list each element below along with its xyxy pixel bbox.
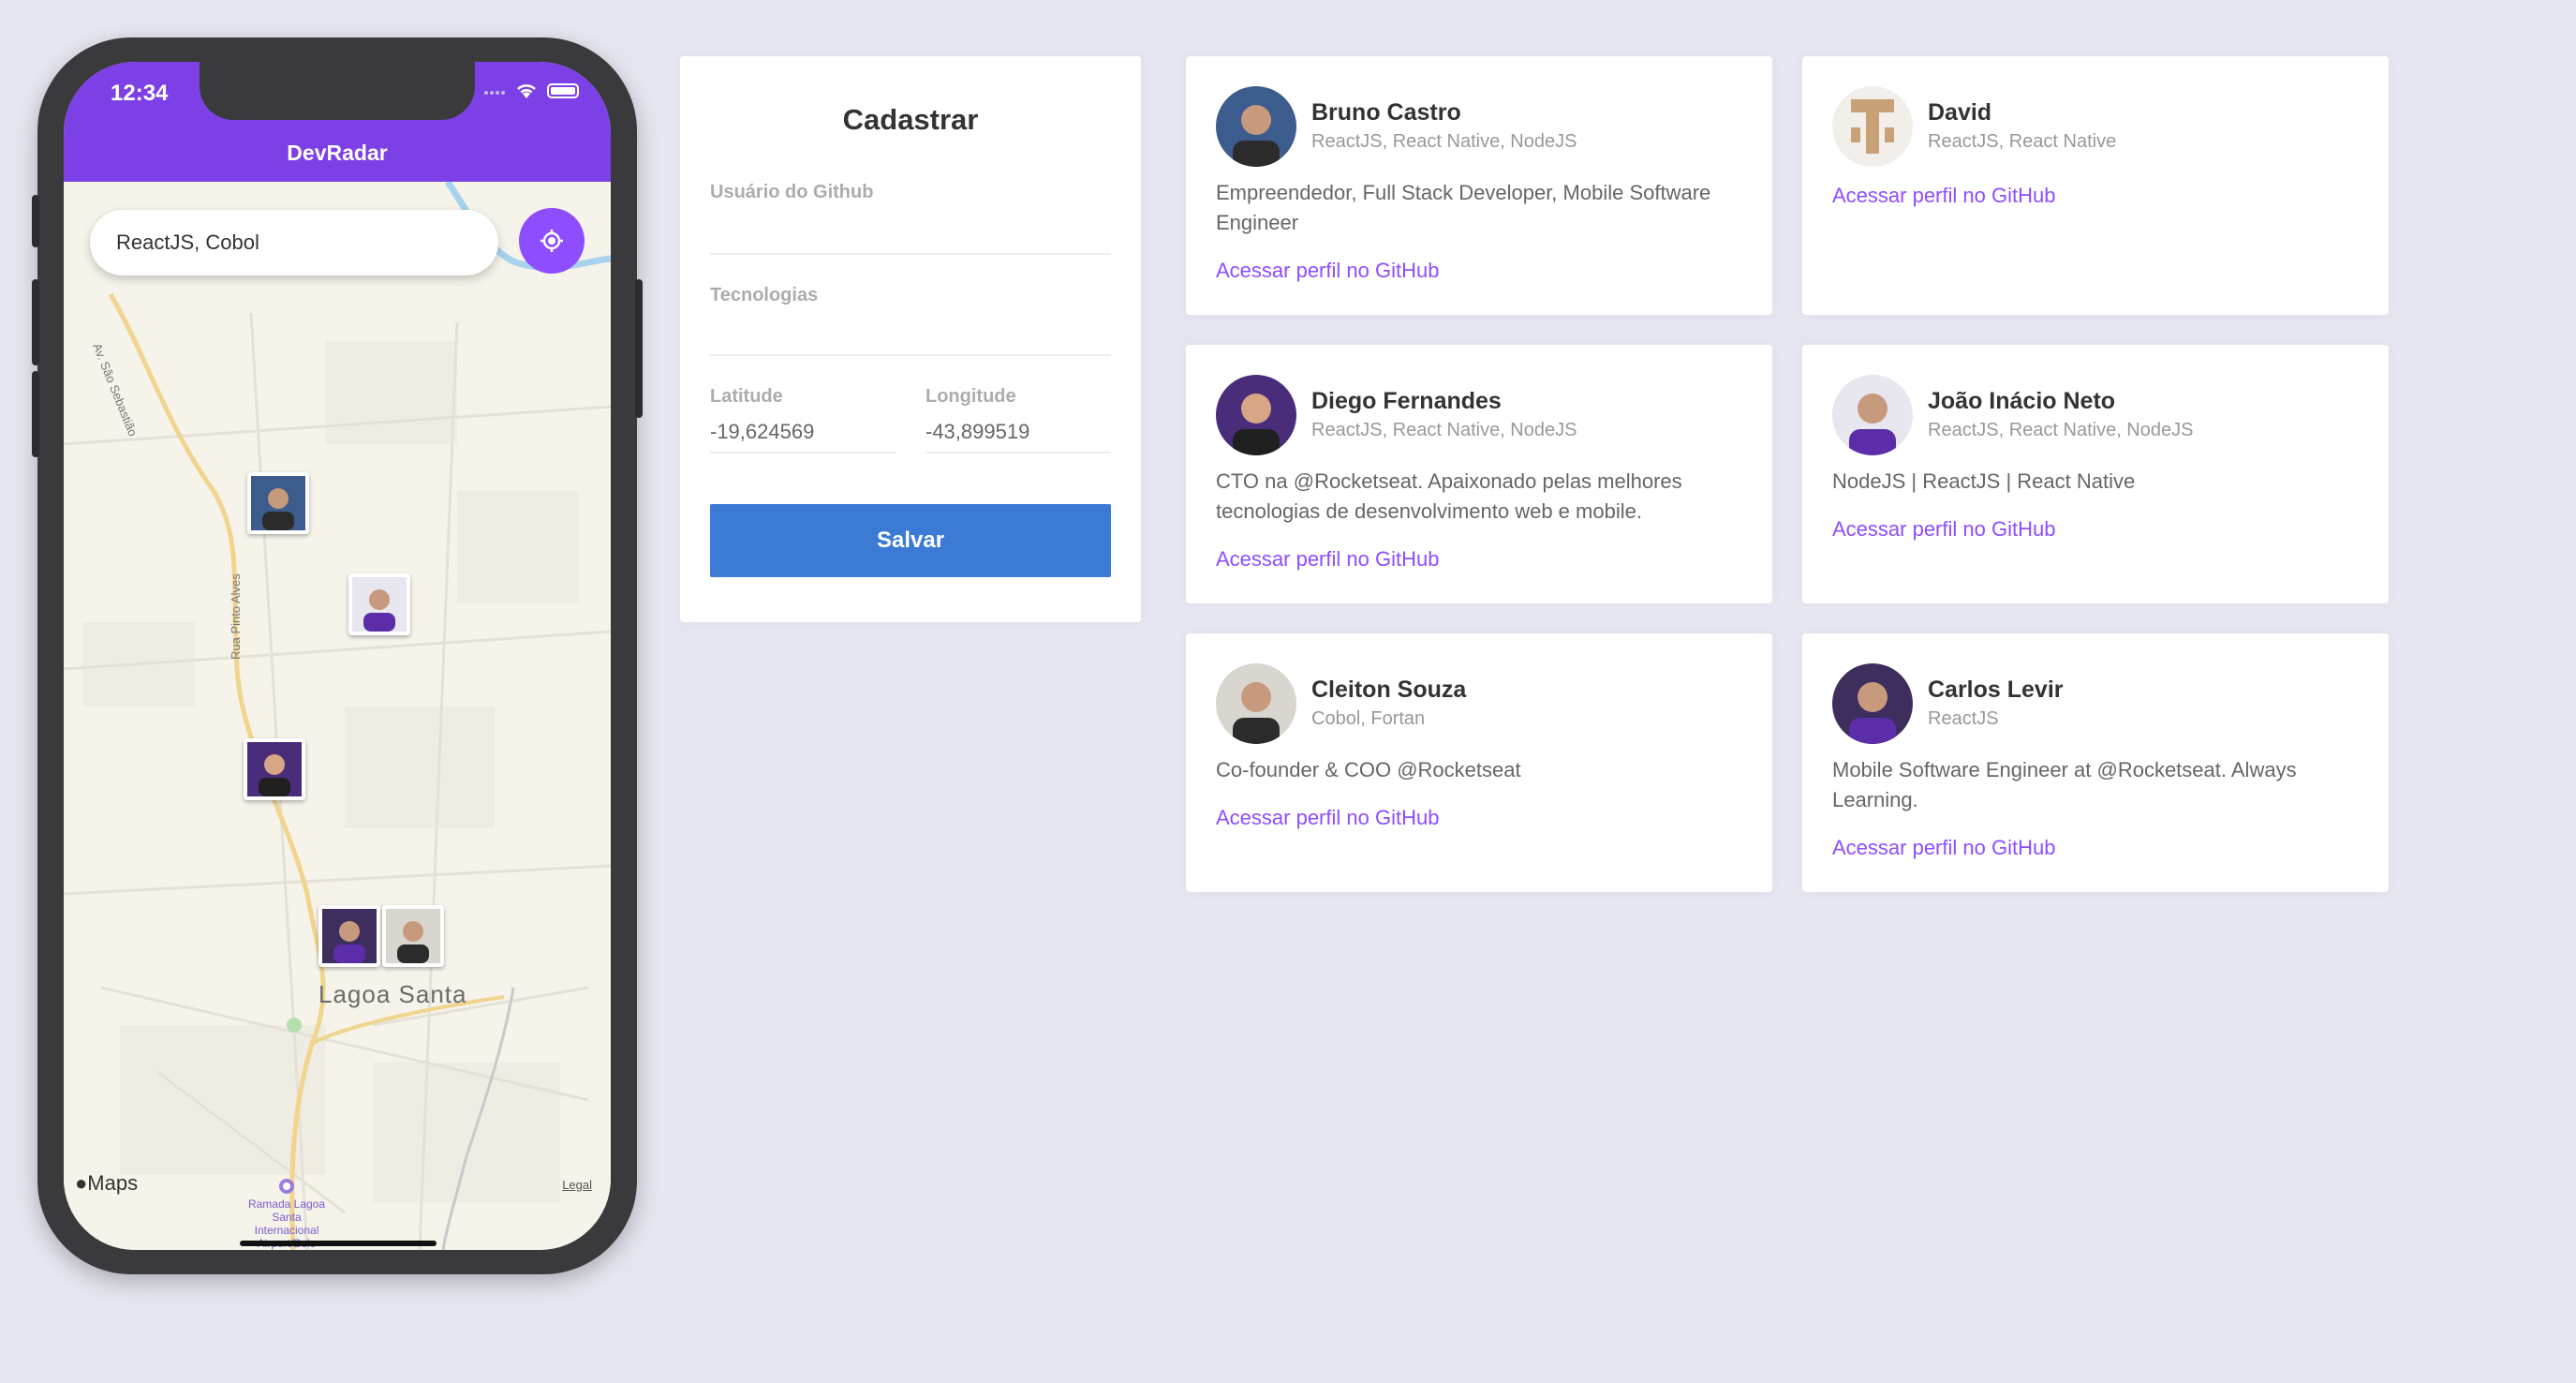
phone-mockup: 12:34 DevRadar Av. São Sebastião Rua Pin… <box>32 37 643 1274</box>
techs-label: Tecnologias <box>710 285 819 305</box>
map-marker-dev[interactable] <box>348 573 410 635</box>
dev-photo <box>322 909 377 963</box>
apple-icon: ● <box>75 1171 88 1195</box>
wifi-icon <box>517 84 536 98</box>
map-city-label: Lagoa Santa <box>318 980 467 1008</box>
map-marker-dev[interactable] <box>382 905 444 967</box>
battery-icon <box>547 83 579 98</box>
github-username-label: Usuário do Github <box>710 182 874 202</box>
avatar <box>1832 375 1913 455</box>
legal-link[interactable]: Legal <box>562 1178 592 1192</box>
map-marker-dev[interactable] <box>247 472 309 534</box>
dev-name: Carlos Levir <box>1928 677 2064 703</box>
dev-card: João Inácio Neto ReactJS, React Native, … <box>1802 345 2389 603</box>
dev-bio: NodeJS | ReactJS | React Native <box>1832 469 2136 493</box>
dev-name: Cleiton Souza <box>1311 677 1467 703</box>
github-profile-link[interactable]: Acessar perfil no GitHub <box>1832 836 2055 860</box>
map-view[interactable]: Av. São Sebastião Rua Pinto Alves ReactJ… <box>64 182 611 1250</box>
avatar <box>1216 663 1296 744</box>
map-background <box>64 182 611 1250</box>
dev-photo <box>352 577 407 632</box>
dev-photo <box>251 476 305 530</box>
phone-notch <box>200 62 475 120</box>
form-title: Cadastrar <box>842 103 979 136</box>
dev-techs: ReactJS <box>1928 708 1999 729</box>
dev-card: Carlos Levir ReactJS Mobile Software Eng… <box>1802 633 2389 892</box>
status-icons <box>483 82 579 99</box>
home-indicator <box>240 1241 437 1246</box>
avatar <box>1216 375 1296 455</box>
road-label-pinto-alves: Rua Pinto Alves <box>229 573 243 660</box>
dev-name: Diego Fernandes <box>1311 388 1502 414</box>
latitude-label: Latitude <box>710 386 783 407</box>
app-header: 12:34 DevRadar <box>64 62 611 182</box>
github-profile-link[interactable]: Acessar perfil no GitHub <box>1216 547 1439 572</box>
crosshair-icon <box>540 230 563 252</box>
search-techs-input[interactable]: ReactJS, Cobol <box>90 210 498 275</box>
dev-bio: CTO na @Rocketseat. Apaixonado pelas mel… <box>1216 469 1682 523</box>
apple-maps-logo: ●Maps <box>75 1171 139 1195</box>
power-button <box>635 279 643 418</box>
dev-card: David ReactJS, React Native Acessar perf… <box>1802 56 2389 315</box>
volume-down-button <box>32 371 39 457</box>
status-clock: 12:34 <box>111 81 169 106</box>
dev-card: Diego Fernandes ReactJS, React Native, N… <box>1186 345 1772 603</box>
github-profile-link[interactable]: Acessar perfil no GitHub <box>1832 517 2055 542</box>
mute-switch <box>32 195 39 247</box>
map-marker-dev[interactable] <box>318 905 380 967</box>
dev-name: David <box>1928 99 1992 126</box>
dev-techs: ReactJS, React Native <box>1928 131 2117 152</box>
dev-bio: Empreendedor, Full Stack Developer, Mobi… <box>1216 181 1711 234</box>
dev-card: Cleiton Souza Cobol, Fortan Co-founder &… <box>1186 633 1772 892</box>
longitude-input[interactable] <box>925 412 1111 454</box>
avatar <box>1216 86 1296 167</box>
github-username-input[interactable] <box>710 214 1111 255</box>
avatar <box>1832 86 1913 167</box>
github-profile-link[interactable]: Acessar perfil no GitHub <box>1216 259 1439 283</box>
github-profile-link[interactable]: Acessar perfil no GitHub <box>1216 806 1439 830</box>
search-techs-value: ReactJS, Cobol <box>116 230 259 254</box>
dev-bio: Mobile Software Engineer at @Rocketseat.… <box>1832 758 2297 811</box>
dev-photo <box>386 909 440 963</box>
latitude-input[interactable] <box>710 412 896 454</box>
signal-icon <box>484 91 505 95</box>
volume-up-button <box>32 279 39 365</box>
techs-input[interactable] <box>710 315 1111 356</box>
dev-photo <box>247 742 302 796</box>
map-marker-dev[interactable] <box>244 738 305 800</box>
dev-techs: ReactJS, React Native, NodeJS <box>1311 131 1577 152</box>
dev-techs: ReactJS, React Native, NodeJS <box>1928 420 2194 440</box>
longitude-label: Longitude <box>925 386 1016 407</box>
app-title: DevRadar <box>287 141 388 165</box>
dev-card: Bruno Castro ReactJS, React Native, Node… <box>1186 56 1772 315</box>
dev-bio: Co-founder & COO @Rocketseat <box>1216 758 1521 781</box>
locate-button[interactable] <box>519 208 585 274</box>
github-profile-link[interactable]: Acessar perfil no GitHub <box>1832 184 2055 208</box>
save-button[interactable]: Salvar <box>710 504 1111 577</box>
dev-name: João Inácio Neto <box>1928 388 2116 414</box>
dev-name: Bruno Castro <box>1311 99 1461 126</box>
phone-screen: 12:34 DevRadar Av. São Sebastião Rua Pin… <box>64 62 611 1250</box>
register-form: Cadastrar Usuário do Github Tecnologias … <box>680 56 1141 622</box>
avatar <box>1832 663 1913 744</box>
dev-techs: ReactJS, React Native, NodeJS <box>1311 420 1577 440</box>
dev-techs: Cobol, Fortan <box>1311 708 1426 729</box>
